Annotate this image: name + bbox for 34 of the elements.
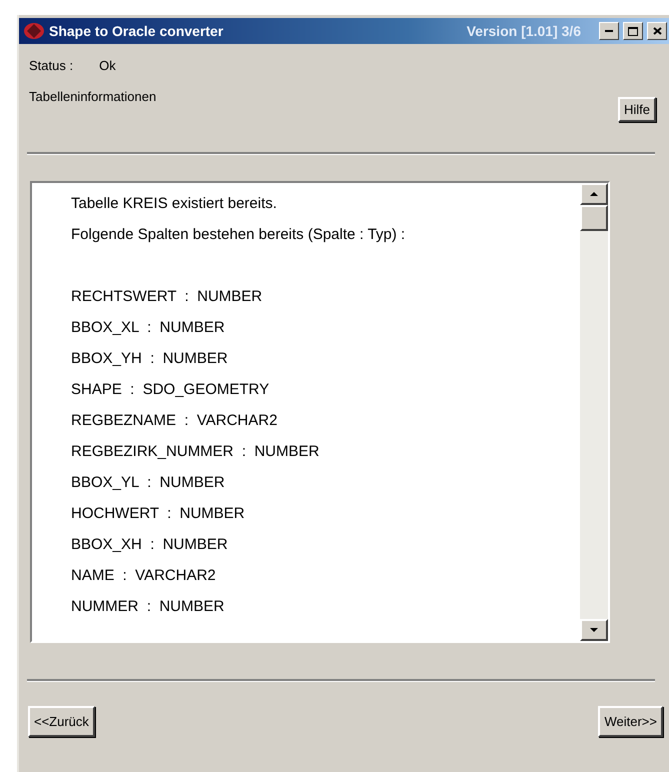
maximize-button[interactable] (623, 22, 643, 40)
column-line: REGBEZIRK_NUMMER : NUMBER (71, 442, 320, 462)
info-line: Folgende Spalten bestehen bereits (Spalte : Typ) : (71, 225, 406, 245)
maximize-icon (628, 26, 638, 36)
up-arrow-icon (590, 192, 598, 196)
back-button[interactable]: <<Zurück (28, 706, 95, 737)
status-label: Status : (29, 58, 74, 73)
app-logo-icon (23, 22, 45, 40)
column-line: SHAPE : SDO_GEOMETRY (71, 380, 270, 400)
section-title: Tabelleninformationen (29, 89, 156, 104)
minimize-button[interactable] (599, 22, 619, 40)
help-button[interactable]: Hilfe (618, 97, 656, 122)
close-button[interactable] (647, 22, 667, 40)
down-arrow-icon (590, 628, 598, 632)
column-line: BBOX_XH : NUMBER (71, 535, 229, 555)
info-line: Tabelle KREIS existiert bereits. (71, 194, 278, 214)
window-title: Shape to Oracle converter (49, 23, 224, 39)
column-line: RECHTSWERT : NUMBER (71, 287, 264, 307)
scroll-down-button[interactable] (580, 619, 608, 641)
minimize-icon (605, 30, 613, 32)
column-line: BBOX_YL : NUMBER (71, 473, 226, 493)
version-label: Version [1.01] 3/6 (466, 23, 581, 39)
column-line: BBOX_XL : NUMBER (71, 318, 226, 338)
column-line: HOCHWERT : NUMBER (71, 504, 246, 524)
scrollbar[interactable] (580, 183, 608, 641)
column-line: REGBEZNAME : VARCHAR2 (71, 411, 278, 431)
column-line: NUMMER : NUMBER (71, 597, 226, 617)
close-icon (652, 27, 662, 35)
status-value: Ok (99, 58, 116, 73)
scroll-up-button[interactable] (580, 183, 608, 205)
next-button[interactable]: Weiter>> (598, 706, 663, 737)
column-line: NAME : VARCHAR2 (71, 566, 217, 586)
column-line: BBOX_YH : NUMBER (71, 349, 229, 369)
scroll-thumb[interactable] (580, 205, 608, 231)
